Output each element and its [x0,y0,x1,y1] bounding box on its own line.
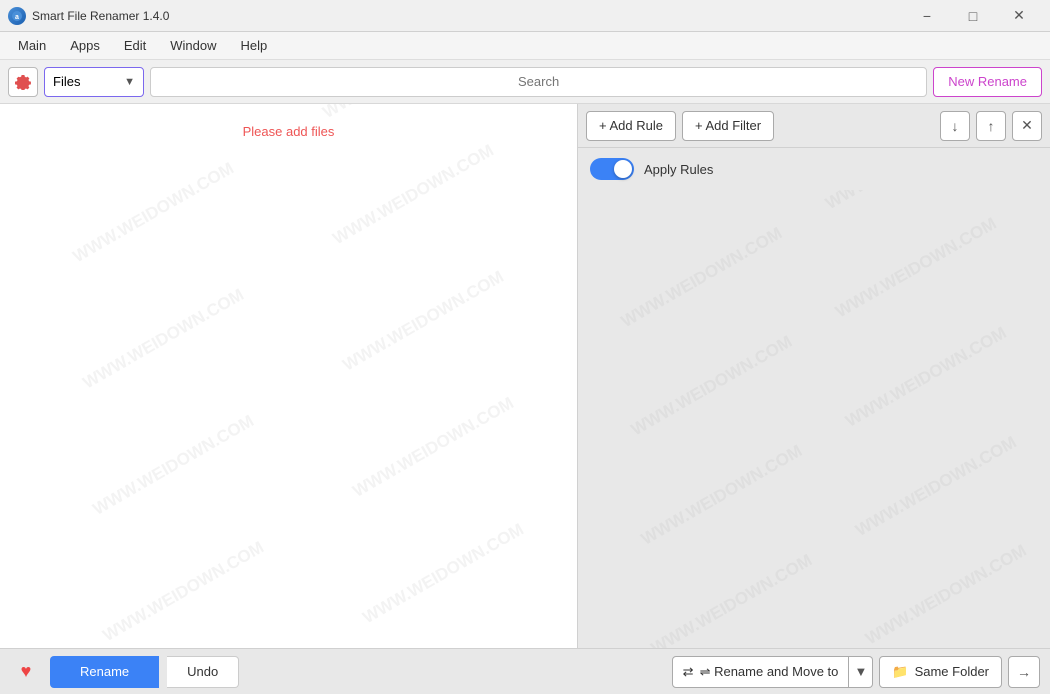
go-button[interactable]: → [1008,656,1040,688]
rename-move-label: ⇌ Rename and Move to [700,664,839,680]
menu-window[interactable]: Window [160,35,226,56]
files-dropdown[interactable]: Files ▼ [44,67,144,97]
add-filter-button[interactable]: + Add Filter [682,111,774,141]
right-bottom-controls: ⇄ ⇌ Rename and Move to ▼ 📁 Same Folder → [672,656,1040,688]
main-toolbar: Files ▼ New Rename [0,60,1050,104]
app-logo: a [8,7,26,25]
menu-apps[interactable]: Apps [60,35,110,56]
left-watermark: WWW.WEIDOWN.COM WWW.WEIDOWN.COM WWW.WEID… [0,104,577,648]
search-input[interactable] [150,67,927,97]
rename-move-button[interactable]: ⇄ ⇌ Rename and Move to [672,656,850,688]
right-toolbar: + Add Rule + Add Filter ↓ ↑ ✕ [578,104,1050,148]
rename-move-icon: ⇄ [683,664,694,680]
settings-button[interactable] [8,67,38,97]
menu-edit[interactable]: Edit [114,35,156,56]
rename-button[interactable]: Rename [50,656,159,688]
right-watermark: WWW.WEIDOWN.COM WWW.WEIDOWN.COM WWW.WEID… [578,190,1050,648]
same-folder-label: Same Folder [915,664,989,679]
window-controls: − □ ✕ [904,0,1042,32]
move-up-button[interactable]: ↑ [976,111,1006,141]
favorite-button[interactable]: ♥ [10,656,42,688]
new-rename-button[interactable]: New Rename [933,67,1042,97]
move-down-button[interactable]: ↓ [940,111,970,141]
close-button[interactable]: ✕ [996,0,1042,32]
menu-bar: Main Apps Edit Window Help [0,32,1050,60]
apply-rules-label: Apply Rules [644,162,713,177]
maximize-button[interactable]: □ [950,0,996,32]
same-folder-button[interactable]: 📁 Same Folder [879,656,1002,688]
left-bottom-controls: ♥ Rename Undo [10,656,410,688]
title-bar: a Smart File Renamer 1.4.0 − □ ✕ [0,0,1050,32]
rename-move-dropdown-button[interactable]: ▼ [849,656,873,688]
chevron-down-icon: ▼ [124,76,135,88]
menu-help[interactable]: Help [230,35,277,56]
files-dropdown-label: Files [53,74,80,89]
apply-rules-row: Apply Rules [578,148,1050,190]
app-title: Smart File Renamer 1.4.0 [32,9,904,23]
folder-icon: 📁 [892,664,908,680]
menu-main[interactable]: Main [8,35,56,56]
main-content: WWW.WEIDOWN.COM WWW.WEIDOWN.COM WWW.WEID… [0,104,1050,648]
add-rule-button[interactable]: + Add Rule [586,111,676,141]
minimize-button[interactable]: − [904,0,950,32]
apply-rules-toggle[interactable] [590,158,634,180]
right-close-button[interactable]: ✕ [1012,111,1042,141]
svg-text:a: a [15,14,19,21]
rename-move-group: ⇄ ⇌ Rename and Move to ▼ [672,656,874,688]
undo-button[interactable]: Undo [167,656,239,688]
bottom-bar: ♥ Rename Undo ⇄ ⇌ Rename and Move to ▼ 📁… [0,648,1050,694]
right-panel: + Add Rule + Add Filter ↓ ↑ ✕ Apply Rule… [578,104,1050,648]
right-body: WWW.WEIDOWN.COM WWW.WEIDOWN.COM WWW.WEID… [578,190,1050,648]
please-add-files-label: Please add files [243,124,335,139]
left-panel: WWW.WEIDOWN.COM WWW.WEIDOWN.COM WWW.WEID… [0,104,578,648]
